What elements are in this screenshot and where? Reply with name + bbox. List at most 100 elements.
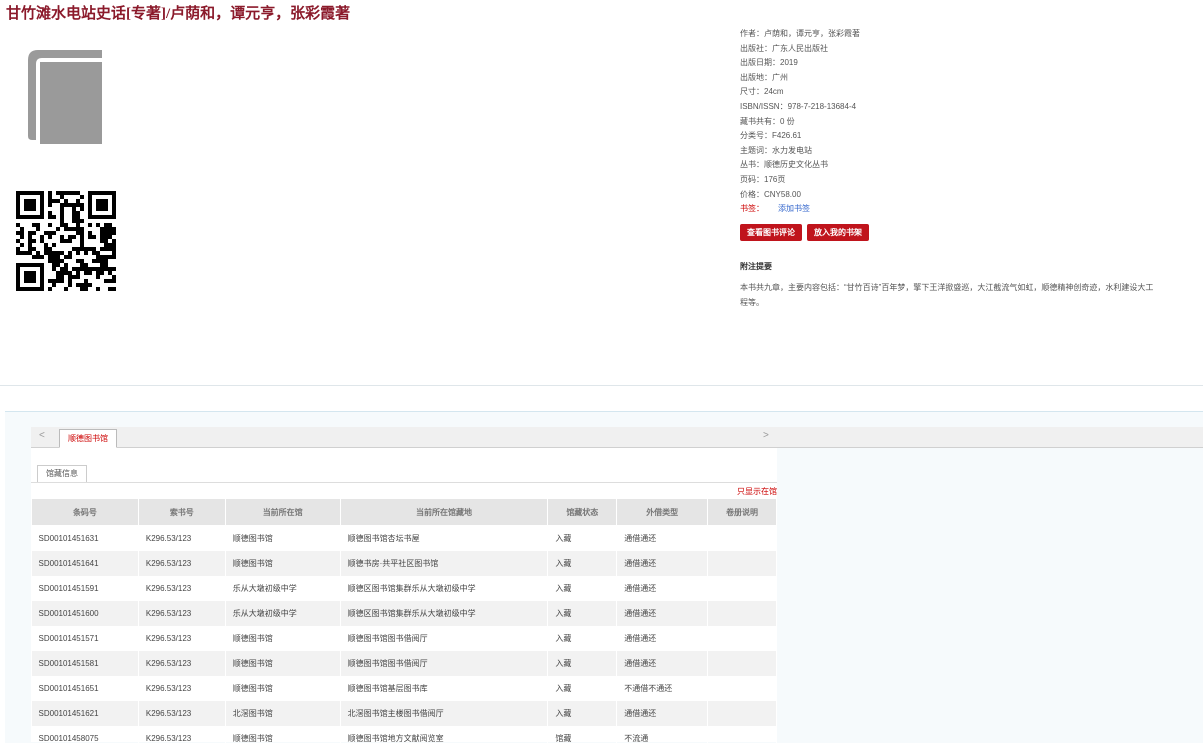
divider xyxy=(0,385,1203,386)
table-cell: 北滘图书馆 xyxy=(225,701,340,726)
table-row: SD00101451581K296.53/123顺德图书馆顺德图书馆图书借阅厅入… xyxy=(32,651,777,676)
table-row: SD00101451631K296.53/123顺德图书馆顺德图书馆杏坛书屋入藏… xyxy=(32,526,777,552)
table-cell: 不通借不通还 xyxy=(617,676,708,701)
meta-subject: 主题词：水力发电站 xyxy=(740,144,860,159)
table-cell: K296.53/123 xyxy=(138,576,225,601)
table-row: SD00101451641K296.53/123顺德图书馆顺德书房·共平社区图书… xyxy=(32,551,777,576)
table-cell: 通借通还 xyxy=(617,551,708,576)
column-header: 外借类型 xyxy=(617,499,708,526)
book-metadata: 作者：卢荫和，谭元亨，张彩霞著 出版社：广东人民出版社 出版日期：2019 出版… xyxy=(740,27,860,217)
table-cell: SD00101451621 xyxy=(32,701,139,726)
subtab-divider xyxy=(31,482,777,483)
table-cell: K296.53/123 xyxy=(138,626,225,651)
table-cell: SD00101451571 xyxy=(32,626,139,651)
table-cell: K296.53/123 xyxy=(138,726,225,751)
column-header: 当前所在馆 xyxy=(225,499,340,526)
meta-classno: 分类号：F426.61 xyxy=(740,129,860,144)
table-cell: K296.53/123 xyxy=(138,601,225,626)
table-cell: 顺德图书馆 xyxy=(225,551,340,576)
table-cell: SD00101451641 xyxy=(32,551,139,576)
meta-place: 出版地：广州 xyxy=(740,71,860,86)
table-cell: 顺德图书馆 xyxy=(225,626,340,651)
table-cell xyxy=(708,601,777,626)
qr-code-icon xyxy=(16,191,116,291)
table-cell: 顺德图书馆图书借阅厅 xyxy=(340,651,548,676)
tab-prev-icon[interactable]: < xyxy=(39,430,45,441)
table-cell: 顺德图书馆 xyxy=(225,651,340,676)
table-cell: 顺德图书馆 xyxy=(225,526,340,552)
book-icon xyxy=(28,50,102,144)
table-cell: 通借通还 xyxy=(617,601,708,626)
table-cell xyxy=(708,676,777,701)
table-cell: K296.53/123 xyxy=(138,651,225,676)
page-title: 甘竹滩水电站史话[专著]/卢荫和，谭元亨，张彩霞著 xyxy=(6,2,350,23)
table-cell: SD00101458075 xyxy=(32,726,139,751)
table-cell: 顺德区图书馆集群乐从大墩初级中学 xyxy=(340,576,548,601)
table-row: SD00101451621K296.53/123北滘图书馆北滘图书馆主楼图书借阅… xyxy=(32,701,777,726)
meta-copies: 藏书共有：0 份 xyxy=(740,115,860,130)
meta-price: 价格：CNY58.00 xyxy=(740,188,860,203)
table-cell: 入藏 xyxy=(548,576,617,601)
table-cell: K296.53/123 xyxy=(138,551,225,576)
meta-publisher: 出版社：广东人民出版社 xyxy=(740,42,860,57)
table-cell xyxy=(708,551,777,576)
table-cell: 顺德书房·共平社区图书馆 xyxy=(340,551,548,576)
bookmark-label: 书签： xyxy=(740,204,764,213)
table-cell: 顺德图书馆地方文献阅览室 xyxy=(340,726,548,751)
table-body: SD00101451631K296.53/123顺德图书馆顺德图书馆杏坛书屋入藏… xyxy=(32,526,777,751)
holdings-table: 条码号索书号当前所在馆当前所在馆藏地馆藏状态外借类型卷册说明 SD0010145… xyxy=(31,498,777,751)
holdings-content: 馆藏信息 只显示在馆 条码号索书号当前所在馆当前所在馆藏地馆藏状态外借类型卷册说… xyxy=(31,448,777,742)
table-cell: 入藏 xyxy=(548,626,617,651)
table-cell: 顺德图书馆图书借阅厅 xyxy=(340,626,548,651)
column-header: 索书号 xyxy=(138,499,225,526)
meta-size: 尺寸：24cm xyxy=(740,85,860,100)
only-in-library-filter[interactable]: 只显示在馆 xyxy=(737,486,777,497)
table-cell: 通借通还 xyxy=(617,651,708,676)
summary-heading: 附注提要 xyxy=(740,261,772,272)
column-header: 卷册说明 xyxy=(708,499,777,526)
tab-next-icon[interactable]: > xyxy=(763,430,769,441)
table-cell: 乐从大墩初级中学 xyxy=(225,601,340,626)
table-cell: SD00101451631 xyxy=(32,526,139,552)
table-row: SD00101451600K296.53/123乐从大墩初级中学顺德区图书馆集群… xyxy=(32,601,777,626)
table-cell: 入藏 xyxy=(548,551,617,576)
column-header: 馆藏状态 xyxy=(548,499,617,526)
tab-library[interactable]: 顺德图书馆 xyxy=(59,429,117,448)
table-cell: 北滘图书馆主楼图书借阅厅 xyxy=(340,701,548,726)
summary-text: 本书共九章，主要内容包括：“甘竹百诗”百年梦，擎下王洋掀盛巡，大江截流气如虹，顺… xyxy=(740,280,1160,310)
table-cell: K296.53/123 xyxy=(138,676,225,701)
table-cell: 入藏 xyxy=(548,601,617,626)
add-to-shelf-button[interactable]: 放入我的书架 xyxy=(807,224,869,241)
column-header: 当前所在馆藏地 xyxy=(340,499,548,526)
table-row: SD00101451591K296.53/123乐从大墩初级中学顺德区图书馆集群… xyxy=(32,576,777,601)
table-cell: K296.53/123 xyxy=(138,526,225,552)
table-cell xyxy=(708,626,777,651)
meta-date: 出版日期：2019 xyxy=(740,56,860,71)
table-row: SD00101451651K296.53/123顺德图书馆顺德图书馆基层图书库入… xyxy=(32,676,777,701)
meta-bookmark: 书签： 添加书签 xyxy=(740,202,860,217)
table-cell: 顺德图书馆杏坛书屋 xyxy=(340,526,548,552)
table-cell: 不流通 xyxy=(617,726,708,751)
meta-pages: 页码：176页 xyxy=(740,173,860,188)
table-cell: SD00101451600 xyxy=(32,601,139,626)
library-tabbar: < 顺德图书馆 > xyxy=(31,427,1203,448)
add-bookmark-link[interactable]: 添加书签 xyxy=(778,204,810,213)
tab-holdings-info[interactable]: 馆藏信息 xyxy=(37,465,87,482)
action-buttons: 查看图书评论放入我的书架 xyxy=(740,222,874,241)
table-cell: 通借通还 xyxy=(617,576,708,601)
table-cell: SD00101451581 xyxy=(32,651,139,676)
meta-isbn: ISBN/ISSN：978-7-218-13684-4 xyxy=(740,100,860,115)
table-cell: 馆藏 xyxy=(548,726,617,751)
table-header: 条码号索书号当前所在馆当前所在馆藏地馆藏状态外借类型卷册说明 xyxy=(32,499,777,526)
table-cell: 入藏 xyxy=(548,526,617,552)
table-cell: 入藏 xyxy=(548,701,617,726)
table-cell: 顺德图书馆 xyxy=(225,676,340,701)
table-cell xyxy=(708,576,777,601)
table-row: SD00101451571K296.53/123顺德图书馆顺德图书馆图书借阅厅入… xyxy=(32,626,777,651)
view-reviews-button[interactable]: 查看图书评论 xyxy=(740,224,802,241)
table-cell: 顺德区图书馆集群乐从大墩初级中学 xyxy=(340,601,548,626)
table-row: SD00101458075K296.53/123顺德图书馆顺德图书馆地方文献阅览… xyxy=(32,726,777,751)
table-cell: 通借通还 xyxy=(617,626,708,651)
table-cell: 乐从大墩初级中学 xyxy=(225,576,340,601)
table-cell: K296.53/123 xyxy=(138,701,225,726)
